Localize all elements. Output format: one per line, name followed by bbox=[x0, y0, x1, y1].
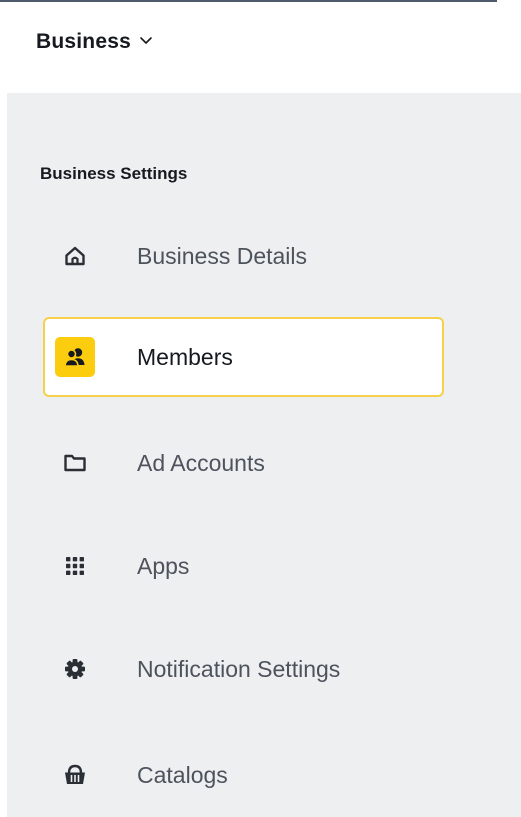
business-name: Business bbox=[36, 30, 131, 53]
gear-icon bbox=[55, 649, 95, 689]
sidebar-item-members[interactable]: Members bbox=[43, 317, 444, 397]
grid-dots-icon bbox=[55, 546, 95, 586]
sidebar-item-business-details[interactable]: Business Details bbox=[43, 216, 444, 296]
sidebar-item-label: Catalogs bbox=[137, 761, 228, 788]
business-switcher[interactable]: Business bbox=[36, 30, 153, 54]
sidebar-item-label: Members bbox=[137, 343, 233, 370]
section-title: Business Settings bbox=[40, 164, 188, 183]
sidebar-item-apps[interactable]: Apps bbox=[43, 526, 444, 606]
sidebar-item-ad-accounts[interactable]: Ad Accounts bbox=[43, 423, 444, 503]
home-icon bbox=[55, 236, 95, 276]
sidebar-item-catalogs[interactable]: Catalogs bbox=[43, 735, 444, 815]
basket-icon bbox=[55, 755, 95, 795]
settings-sidebar: Business Settings Business Details Membe… bbox=[7, 93, 521, 817]
folder-icon bbox=[55, 443, 95, 483]
sidebar-item-notification-settings[interactable]: Notification Settings bbox=[43, 629, 444, 709]
chevron-down-icon bbox=[139, 33, 153, 51]
sidebar-item-label: Business Details bbox=[137, 242, 308, 269]
header: Business bbox=[0, 2, 521, 90]
sidebar-item-label: Notification Settings bbox=[137, 655, 341, 682]
sidebar-item-label: Ad Accounts bbox=[137, 449, 265, 476]
members-icon bbox=[55, 337, 95, 377]
sidebar-item-label: Apps bbox=[137, 552, 190, 579]
